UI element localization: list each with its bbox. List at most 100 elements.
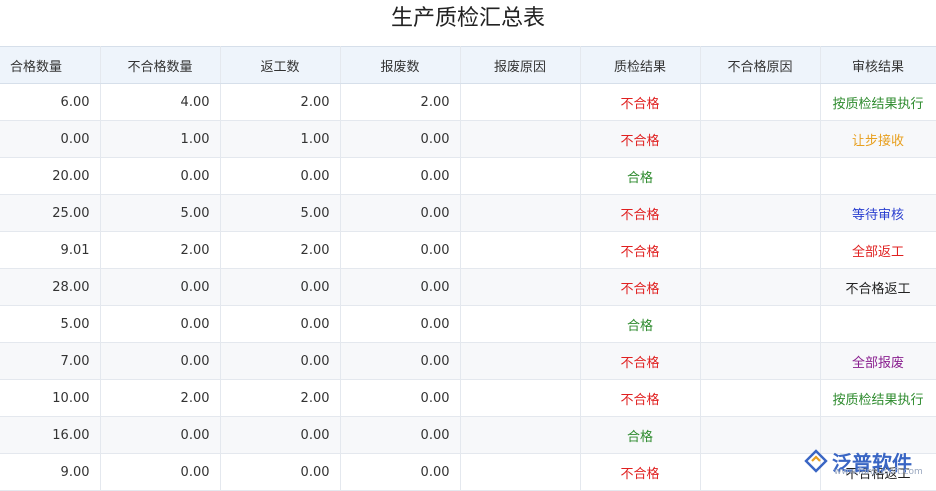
- cell-review-result: 全部报废: [820, 342, 936, 380]
- cell-unqualified-qty: 0.00: [100, 157, 221, 195]
- header-unqualified-reason[interactable]: 不合格原因: [700, 46, 821, 84]
- table-row[interactable]: 9.00 0.00 0.00 0.00 不合格 不合格返工: [0, 453, 936, 491]
- cell-qc-result: 合格: [580, 157, 701, 195]
- cell-qualified-qty: 20.00: [0, 157, 101, 195]
- cell-review-result: [820, 157, 936, 195]
- cell-rework-qty: 5.00: [220, 194, 341, 232]
- table-row[interactable]: 5.00 0.00 0.00 0.00 合格: [0, 305, 936, 343]
- header-unqualified-qty[interactable]: 不合格数量: [100, 46, 221, 84]
- cell-qualified-qty: 5.00: [0, 305, 101, 343]
- cell-review-result: 等待审核: [820, 194, 936, 232]
- header-review-result[interactable]: 审核结果: [820, 46, 936, 84]
- cell-unqualified-reason: [700, 305, 821, 343]
- table-row[interactable]: 16.00 0.00 0.00 0.00 合格: [0, 416, 936, 454]
- cell-unqualified-reason: [700, 342, 821, 380]
- table-header-row: 合格数量 不合格数量 返工数 报废数 报废原因 质检结果 不合格原因 审核结果: [0, 46, 936, 84]
- table-row[interactable]: 20.00 0.00 0.00 0.00 合格: [0, 157, 936, 195]
- cell-scrap-qty: 0.00: [340, 342, 461, 380]
- cell-scrap-reason: [460, 120, 581, 158]
- cell-review-result: 不合格返工: [820, 268, 936, 306]
- table-row[interactable]: 7.00 0.00 0.00 0.00 不合格 全部报废: [0, 342, 936, 380]
- cell-qc-result: 不合格: [580, 342, 701, 380]
- qc-summary-table: 合格数量 不合格数量 返工数 报废数 报废原因 质检结果 不合格原因 审核结果 …: [0, 46, 936, 491]
- cell-unqualified-qty: 4.00: [100, 83, 221, 121]
- page-title: 生产质检汇总表: [390, 6, 545, 31]
- header-qualified-qty[interactable]: 合格数量: [0, 46, 101, 84]
- cell-rework-qty: 2.00: [220, 231, 341, 269]
- cell-scrap-reason: [460, 453, 581, 491]
- cell-qualified-qty: 25.00: [0, 194, 101, 232]
- cell-scrap-reason: [460, 342, 581, 380]
- cell-unqualified-reason: [700, 83, 821, 121]
- cell-unqualified-qty: 2.00: [100, 379, 221, 417]
- cell-qualified-qty: 6.00: [0, 83, 101, 121]
- cell-unqualified-reason: [700, 453, 821, 491]
- cell-qc-result: 不合格: [580, 268, 701, 306]
- cell-scrap-qty: 0.00: [340, 379, 461, 417]
- cell-scrap-reason: [460, 83, 581, 121]
- cell-unqualified-qty: 0.00: [100, 268, 221, 306]
- cell-qualified-qty: 16.00: [0, 416, 101, 454]
- cell-qualified-qty: 9.00: [0, 453, 101, 491]
- cell-unqualified-reason: [700, 157, 821, 195]
- cell-qc-result: 不合格: [580, 379, 701, 417]
- cell-rework-qty: 0.00: [220, 416, 341, 454]
- cell-scrap-reason: [460, 157, 581, 195]
- cell-unqualified-qty: 2.00: [100, 231, 221, 269]
- header-rework-qty[interactable]: 返工数: [220, 46, 341, 84]
- cell-review-result: [820, 305, 936, 343]
- cell-unqualified-reason: [700, 120, 821, 158]
- cell-qualified-qty: 0.00: [0, 120, 101, 158]
- cell-rework-qty: 0.00: [220, 268, 341, 306]
- cell-scrap-qty: 0.00: [340, 416, 461, 454]
- cell-unqualified-reason: [700, 268, 821, 306]
- cell-scrap-reason: [460, 268, 581, 306]
- cell-rework-qty: 0.00: [220, 305, 341, 343]
- cell-rework-qty: 0.00: [220, 157, 341, 195]
- cell-review-result: 让步接收: [820, 120, 936, 158]
- cell-rework-qty: 2.00: [220, 379, 341, 417]
- cell-qualified-qty: 7.00: [0, 342, 101, 380]
- cell-qc-result: 合格: [580, 305, 701, 343]
- table-row[interactable]: 0.00 1.00 1.00 0.00 不合格 让步接收: [0, 120, 936, 158]
- cell-scrap-qty: 0.00: [340, 268, 461, 306]
- cell-scrap-qty: 0.00: [340, 231, 461, 269]
- cell-qc-result: 合格: [580, 416, 701, 454]
- table-row[interactable]: 6.00 4.00 2.00 2.00 不合格 按质检结果执行: [0, 83, 936, 121]
- header-scrap-reason[interactable]: 报废原因: [460, 46, 581, 84]
- table-row[interactable]: 10.00 2.00 2.00 0.00 不合格 按质检结果执行: [0, 379, 936, 417]
- cell-scrap-qty: 0.00: [340, 157, 461, 195]
- cell-scrap-reason: [460, 379, 581, 417]
- cell-review-result: 不合格返工: [820, 453, 936, 491]
- cell-unqualified-reason: [700, 416, 821, 454]
- cell-rework-qty: 2.00: [220, 83, 341, 121]
- cell-scrap-reason: [460, 194, 581, 232]
- cell-unqualified-reason: [700, 231, 821, 269]
- cell-unqualified-qty: 0.00: [100, 342, 221, 380]
- cell-scrap-qty: 0.00: [340, 453, 461, 491]
- cell-rework-qty: 0.00: [220, 453, 341, 491]
- cell-scrap-reason: [460, 231, 581, 269]
- cell-unqualified-reason: [700, 379, 821, 417]
- table-row[interactable]: 25.00 5.00 5.00 0.00 不合格 等待审核: [0, 194, 936, 232]
- cell-unqualified-qty: 1.00: [100, 120, 221, 158]
- cell-unqualified-qty: 5.00: [100, 194, 221, 232]
- cell-review-result: 按质检结果执行: [820, 379, 936, 417]
- cell-unqualified-qty: 0.00: [100, 416, 221, 454]
- cell-unqualified-qty: 0.00: [100, 453, 221, 491]
- cell-scrap-qty: 0.00: [340, 194, 461, 232]
- table-row[interactable]: 9.01 2.00 2.00 0.00 不合格 全部返工: [0, 231, 936, 269]
- cell-review-result: [820, 416, 936, 454]
- cell-review-result: 全部返工: [820, 231, 936, 269]
- header-qc-result[interactable]: 质检结果: [580, 46, 701, 84]
- cell-scrap-reason: [460, 416, 581, 454]
- table-row[interactable]: 28.00 0.00 0.00 0.00 不合格 不合格返工: [0, 268, 936, 306]
- cell-unqualified-qty: 0.00: [100, 305, 221, 343]
- header-scrap-qty[interactable]: 报废数: [340, 46, 461, 84]
- cell-qualified-qty: 28.00: [0, 268, 101, 306]
- cell-scrap-qty: 0.00: [340, 305, 461, 343]
- cell-scrap-reason: [460, 305, 581, 343]
- cell-qc-result: 不合格: [580, 83, 701, 121]
- cell-qc-result: 不合格: [580, 194, 701, 232]
- cell-qc-result: 不合格: [580, 231, 701, 269]
